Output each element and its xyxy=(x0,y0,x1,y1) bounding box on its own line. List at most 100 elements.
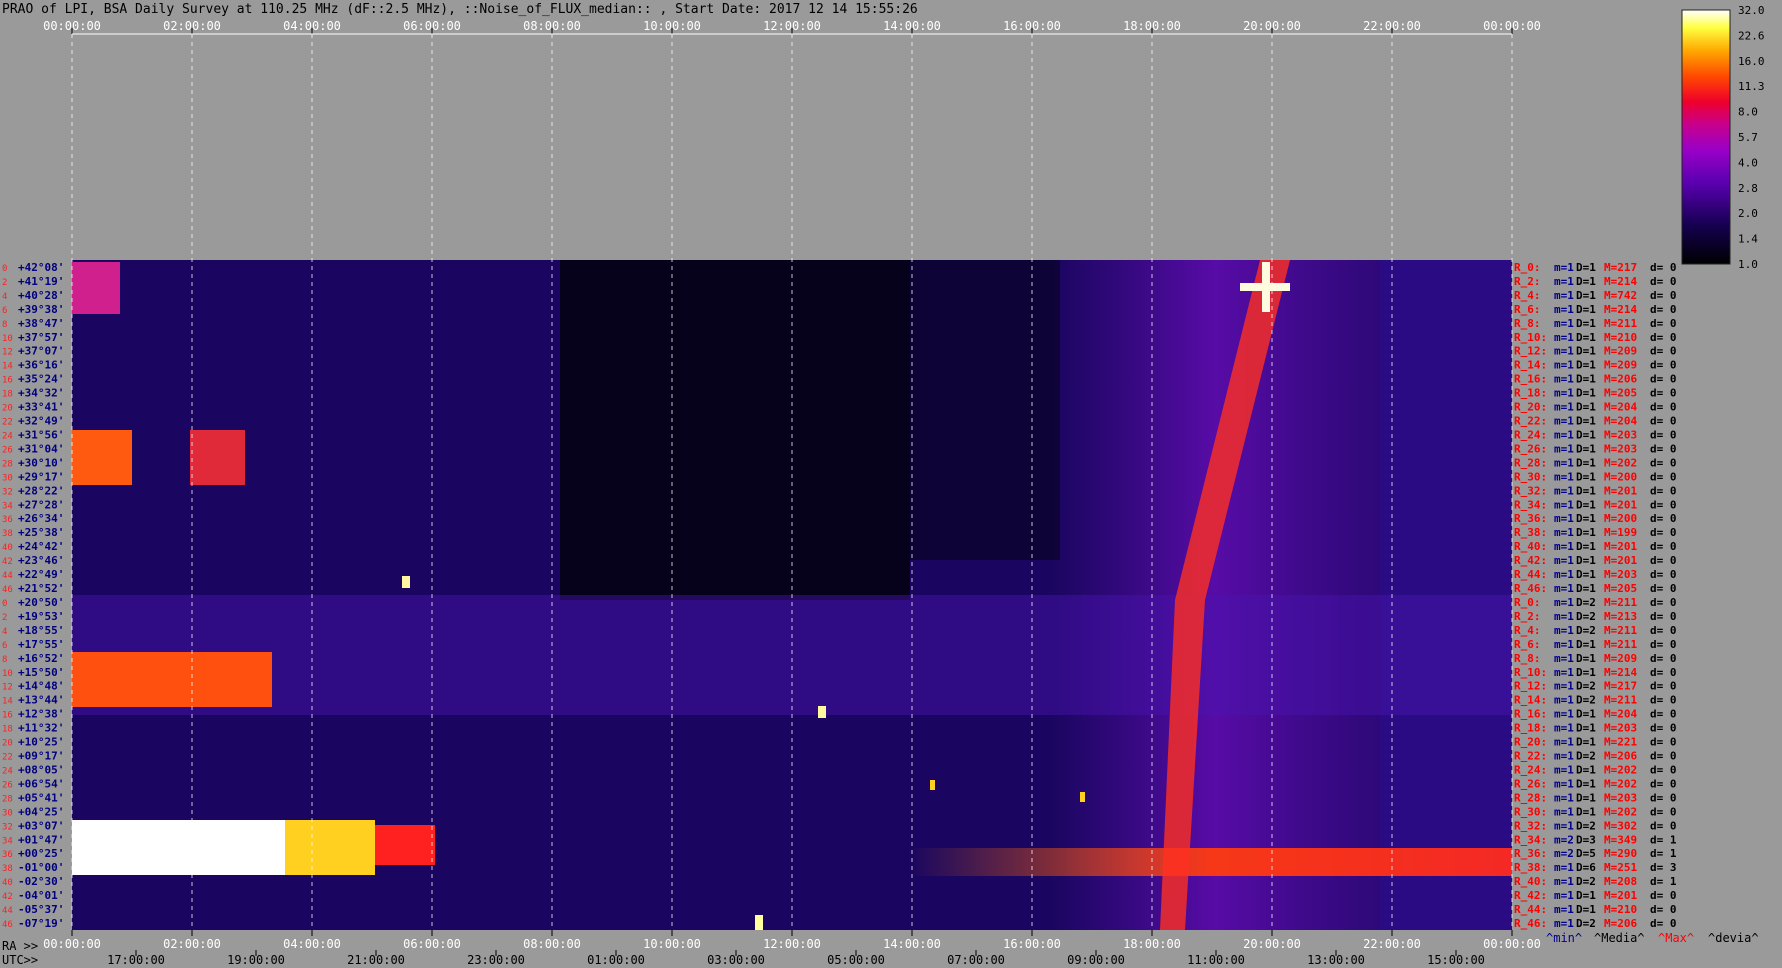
row-deviation: d= 0 xyxy=(1650,442,1677,455)
declination-label: +41°19' xyxy=(18,275,64,288)
utc-tick-label: 21:00:00 xyxy=(347,953,405,967)
declination-label: +37°07' xyxy=(18,345,64,358)
row-median: D=1 xyxy=(1576,763,1596,776)
row-deviation: d= 0 xyxy=(1650,554,1677,567)
source-top-left xyxy=(72,262,120,314)
declination-label: +01°47' xyxy=(18,833,64,846)
declination-label: -05°37' xyxy=(18,903,64,916)
row-median: D=1 xyxy=(1576,652,1596,665)
row-min: m=1 xyxy=(1554,331,1574,344)
declination-label: -02°30' xyxy=(18,875,64,888)
row-min: m=1 xyxy=(1554,875,1574,888)
row-index: 30 xyxy=(2,808,13,818)
row-name: R_46: xyxy=(1514,917,1547,930)
row-median: D=2 xyxy=(1576,624,1596,637)
row-median: D=1 xyxy=(1576,387,1596,400)
row-median: D=1 xyxy=(1576,401,1596,414)
row-index: 20 xyxy=(2,739,13,749)
row-max: M=201 xyxy=(1604,889,1637,902)
row-index: 20 xyxy=(2,404,13,414)
declination-label: +21°52' xyxy=(18,582,64,595)
row-min: m=1 xyxy=(1554,666,1574,679)
row-min: m=1 xyxy=(1554,484,1574,497)
row-index: 46 xyxy=(2,920,13,930)
declination-label: +16°52' xyxy=(18,652,64,665)
declination-label: +10°25' xyxy=(18,736,64,749)
row-name: R_8: xyxy=(1514,652,1541,665)
row-name: R_36: xyxy=(1514,847,1547,860)
row-index: 40 xyxy=(2,543,13,553)
row-median: D=1 xyxy=(1576,470,1596,483)
row-max: M=214 xyxy=(1604,666,1637,679)
point-source xyxy=(1080,792,1085,802)
row-deviation: d= 0 xyxy=(1650,331,1677,344)
row-index: 10 xyxy=(2,334,13,344)
row-index: 42 xyxy=(2,892,13,902)
row-deviation: d= 0 xyxy=(1650,694,1677,707)
row-min: m=1 xyxy=(1554,750,1574,763)
row-deviation: d= 0 xyxy=(1650,317,1677,330)
row-min: m=1 xyxy=(1554,303,1574,316)
ra-tick-label: 20:00:00 xyxy=(1243,937,1301,951)
ra-tick-label: 04:00:00 xyxy=(283,937,341,951)
row-min: m=1 xyxy=(1554,289,1574,302)
declination-label: +32°49' xyxy=(18,415,64,428)
ra-tick-label: 02:00:00 xyxy=(163,937,221,951)
heatmap-quiet-region-2 xyxy=(910,260,1060,560)
row-median: D=1 xyxy=(1576,512,1596,525)
colorbar-tick-label: 5.7 xyxy=(1738,131,1758,144)
row-min: m=1 xyxy=(1554,763,1574,776)
row-index: 22 xyxy=(2,753,13,763)
row-name: R_2: xyxy=(1514,610,1541,623)
row-deviation: d= 0 xyxy=(1650,610,1677,623)
row-index: 0 xyxy=(2,264,7,274)
row-index: 6 xyxy=(2,641,7,651)
row-max: M=302 xyxy=(1604,819,1637,832)
row-deviation: d= 0 xyxy=(1650,582,1677,595)
declination-label: +18°55' xyxy=(18,624,64,637)
legend-max: ^Max^ xyxy=(1658,931,1694,945)
row-median: D=1 xyxy=(1576,303,1596,316)
row-name: R_16: xyxy=(1514,373,1547,386)
row-max: M=204 xyxy=(1604,415,1637,428)
row-min: m=1 xyxy=(1554,512,1574,525)
top-tick-label: 04:00:00 xyxy=(283,19,341,33)
declination-label: +13°44' xyxy=(18,694,64,707)
heatmap-quiet-region xyxy=(560,260,910,600)
colorbar-tick-label: 22.6 xyxy=(1738,29,1765,42)
row-max: M=205 xyxy=(1604,582,1637,595)
row-name: R_24: xyxy=(1514,763,1547,776)
colorbar-tick-label: 32.0 xyxy=(1738,4,1765,17)
row-name: R_32: xyxy=(1514,484,1547,497)
utc-axis-label: UTC>> xyxy=(2,953,38,967)
row-name: R_12: xyxy=(1514,345,1547,358)
row-max: M=221 xyxy=(1604,736,1637,749)
row-min: m=1 xyxy=(1554,275,1574,288)
row-median: D=2 xyxy=(1576,875,1596,888)
row-deviation: d= 1 xyxy=(1650,875,1677,888)
row-max: M=201 xyxy=(1604,554,1637,567)
declination-label: +28°22' xyxy=(18,484,64,497)
row-index: 18 xyxy=(2,725,13,735)
row-name: R_10: xyxy=(1514,331,1547,344)
top-tick-label: 06:00:00 xyxy=(403,19,461,33)
row-deviation: d= 0 xyxy=(1650,680,1677,693)
row-max: M=214 xyxy=(1604,275,1637,288)
utc-tick-label: 07:00:00 xyxy=(947,953,1005,967)
declination-label: +04°25' xyxy=(18,805,64,818)
point-source xyxy=(402,576,410,588)
row-deviation: d= 0 xyxy=(1650,359,1677,372)
row-median: D=3 xyxy=(1576,833,1596,846)
row-min: m=1 xyxy=(1554,819,1574,832)
row-min: m=1 xyxy=(1554,261,1574,274)
row-median: D=1 xyxy=(1576,777,1596,790)
row-deviation: d= 0 xyxy=(1650,415,1677,428)
declination-label: +37°57' xyxy=(18,331,64,344)
row-deviation: d= 0 xyxy=(1650,470,1677,483)
row-min: m=1 xyxy=(1554,903,1574,916)
declination-label: +17°55' xyxy=(18,638,64,651)
row-min: m=1 xyxy=(1554,401,1574,414)
row-median: D=1 xyxy=(1576,568,1596,581)
row-max: M=217 xyxy=(1604,680,1637,693)
row-median: D=2 xyxy=(1576,610,1596,623)
